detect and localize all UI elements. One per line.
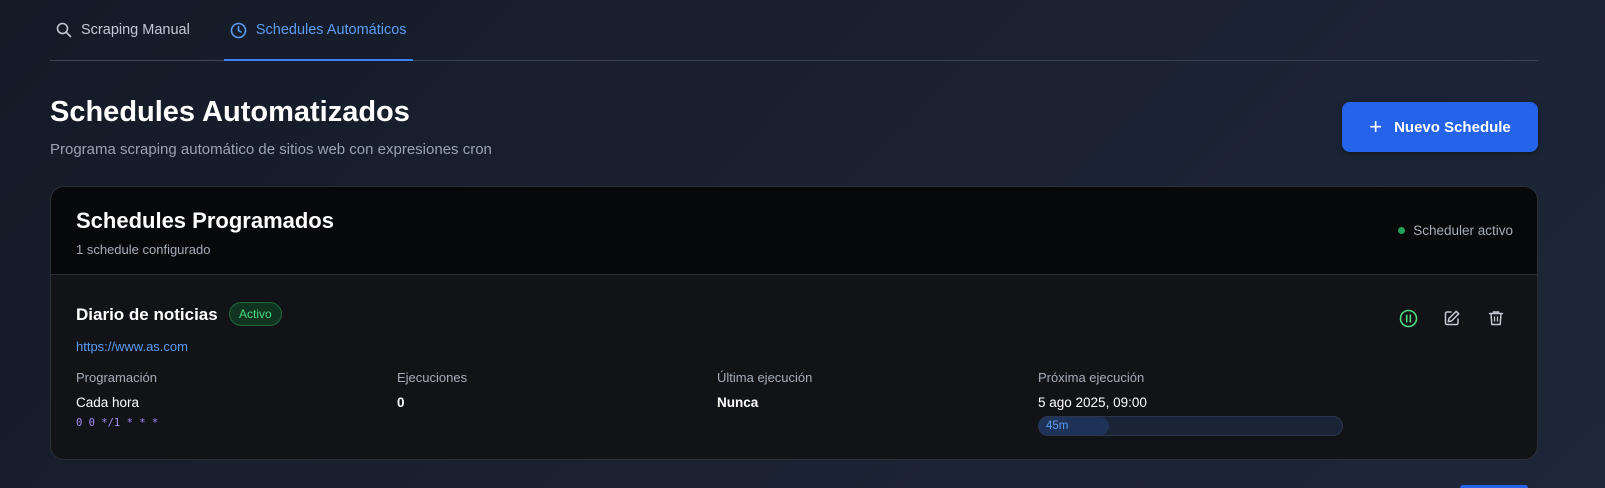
plus-icon: +: [1369, 114, 1383, 139]
trash-icon: [1488, 311, 1504, 326]
new-schedule-label: Nuevo Schedule: [1394, 118, 1511, 136]
ejecuciones-label: Ejecuciones: [397, 370, 468, 385]
ejecuciones-value: 0: [397, 395, 405, 410]
tab-label: Schedules Automáticos: [255, 22, 407, 38]
ultima-label: Última ejecución: [717, 370, 813, 385]
schedule-row: Diario de noticias Activo https://www.as…: [51, 275, 1537, 459]
edit-button[interactable]: [1439, 305, 1465, 331]
schedule-name: Diario de noticias: [76, 305, 218, 324]
delete-button[interactable]: [1483, 305, 1509, 331]
programacion-label: Programación: [76, 370, 157, 385]
countdown-bar: 45m: [1038, 416, 1343, 436]
new-schedule-button[interactable]: + Nuevo Schedule: [1342, 102, 1538, 152]
proxima-value: 5 ago 2025, 09:00: [1038, 395, 1147, 410]
status-text: Scheduler activo: [1413, 223, 1513, 238]
pause-button[interactable]: [1395, 305, 1421, 331]
card-header: Schedules Programados 1 schedule configu…: [51, 187, 1537, 275]
status-dot-icon: [1398, 227, 1406, 234]
countdown-text: 45m: [1046, 420, 1069, 432]
card-title: Schedules Programados: [76, 208, 334, 233]
schedule-url-link[interactable]: https://www.as.com: [76, 339, 188, 354]
tab-bar: Scraping Manual Schedules Automáticos: [50, 0, 1538, 61]
programacion-value: Cada hora: [76, 395, 140, 410]
edit-icon: [1444, 310, 1460, 326]
pause-icon: [1399, 309, 1417, 327]
cron-expression: 0 0 */1 * * *: [76, 417, 159, 429]
scheduler-status: Scheduler activo: [1398, 223, 1513, 238]
schedule-actions: [1395, 305, 1509, 331]
search-icon: [56, 22, 72, 38]
schedules-card: Schedules Programados 1 schedule configu…: [50, 186, 1538, 460]
page-title: Schedules Automatizados: [50, 96, 410, 128]
proxima-column: Próxima ejecución 5 ago 2025, 09:00 45m: [1038, 370, 1343, 436]
clock-icon: [230, 22, 247, 39]
status-badge: Activo: [229, 302, 282, 326]
tab-scraping-manual[interactable]: Scraping Manual: [50, 0, 196, 60]
ultima-column: Última ejecución Nunca: [717, 370, 812, 410]
page-subtitle: Programa scraping automático de sitios w…: [50, 141, 492, 158]
ultima-value: Nunca: [717, 395, 759, 410]
ejecuciones-column: Ejecuciones 0: [397, 370, 467, 410]
schedule-count: 1 schedule configurado: [76, 242, 211, 257]
tab-label: Scraping Manual: [81, 22, 190, 38]
programacion-column: Programación Cada hora 0 0 */1 * * *: [76, 370, 158, 429]
tab-schedules-automaticos[interactable]: Schedules Automáticos: [223, 0, 413, 61]
proxima-label: Próxima ejecución: [1038, 370, 1145, 385]
